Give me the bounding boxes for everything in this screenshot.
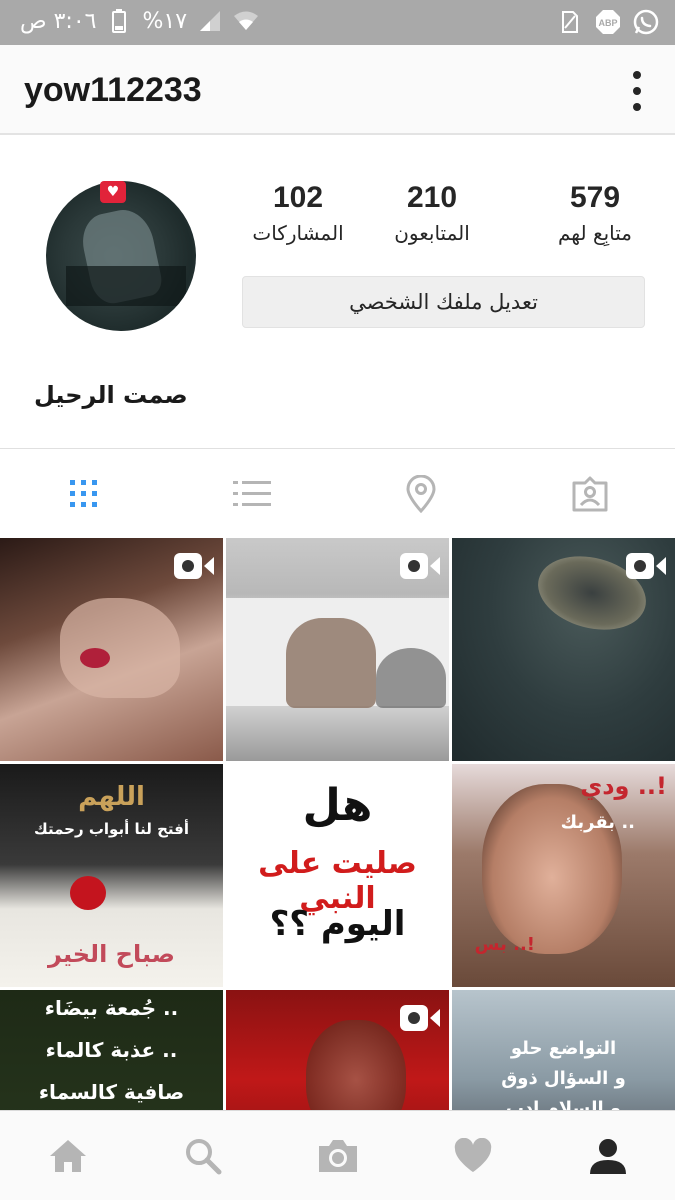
post-caption-line: هل	[302, 780, 373, 831]
full-name: صمت الرحيل	[34, 381, 188, 409]
post-caption-line: و السلام ادب	[505, 1098, 622, 1110]
list-view-icon	[233, 481, 271, 506]
post-thumbnail[interactable]: هل صليت على النبي اليوم ؟؟	[226, 764, 449, 987]
video-icon	[400, 1005, 440, 1031]
profile-section: ♥ 579 متابِع لهم 210 المتابعون 102 المشا…	[0, 137, 675, 449]
nav-home[interactable]	[0, 1111, 135, 1201]
post-caption-line: بقربك ..	[560, 812, 635, 833]
stat-posts[interactable]: 102 المشاركات	[233, 181, 363, 245]
tab-location[interactable]	[337, 450, 505, 538]
post-thumbnail[interactable]: التواضع حلو و السؤال ذوق و السلام ادب	[452, 990, 675, 1110]
camera-icon	[318, 1140, 357, 1172]
status-bar: ٣:٠٦ ص %١٧ ABP	[0, 0, 675, 45]
post-thumbnail[interactable]: ودي ..! بقربك .. بس ..!	[452, 764, 675, 987]
post-caption-line: ودي ..!	[580, 772, 667, 800]
post-thumbnail[interactable]	[226, 990, 449, 1110]
post-caption-line: اللهم	[78, 782, 145, 812]
video-icon	[400, 553, 440, 579]
heart-badge-icon: ♥	[100, 181, 126, 203]
battery-icon	[106, 8, 132, 34]
post-caption-line: أفتح لنا أبواب رحمتك	[34, 820, 189, 838]
post-caption-line: و السؤال ذوق	[501, 1068, 626, 1089]
nav-activity[interactable]	[405, 1111, 540, 1201]
cell-signal-icon	[197, 8, 223, 34]
sim-icon	[557, 9, 583, 35]
stat-followers[interactable]: 210 المتابعون	[367, 181, 497, 245]
grid-view-icon	[70, 480, 97, 507]
post-caption-line: عذبة كالماء ..	[45, 1038, 178, 1062]
status-right: ABP	[557, 9, 659, 35]
tab-grid[interactable]	[0, 450, 168, 538]
video-icon	[174, 553, 214, 579]
posts-label: المشاركات	[252, 221, 344, 245]
post-caption-line: صافية كالسماء	[38, 1080, 185, 1104]
following-label: متابِع لهم	[557, 221, 633, 245]
post-caption-line: اليوم ؟؟	[269, 904, 406, 944]
tab-tagged[interactable]	[506, 450, 674, 538]
profile-header: yow112233	[0, 45, 675, 135]
battery-percent: %١٧	[142, 8, 188, 34]
location-pin-icon	[406, 475, 436, 513]
post-caption-line: بس ..!	[474, 934, 535, 955]
video-icon	[626, 553, 666, 579]
followers-count: 210	[406, 181, 458, 214]
svg-text:ABP: ABP	[598, 18, 617, 28]
followers-label: المتابعون	[394, 221, 470, 245]
post-thumbnail[interactable]	[0, 538, 223, 761]
following-count: 579	[569, 181, 621, 214]
status-time: ٣:٠٦ ص	[20, 8, 97, 34]
post-thumbnail[interactable]: اللهم أفتح لنا أبواب رحمتك صباح الخير	[0, 764, 223, 987]
stat-following[interactable]: 579 متابِع لهم	[530, 181, 660, 245]
posts-grid: اللهم أفتح لنا أبواب رحمتك صباح الخير هل…	[0, 538, 675, 1110]
nav-profile[interactable]	[540, 1111, 675, 1201]
post-caption-line: صباح الخير	[48, 940, 175, 968]
post-caption-line: جُمعة بيضَاء ..	[44, 996, 179, 1020]
post-thumbnail[interactable]: جُمعة بيضَاء .. عذبة كالماء .. صافية كال…	[0, 990, 223, 1110]
post-thumbnail[interactable]	[452, 538, 675, 761]
post-caption-line: التواضع حلو	[510, 1038, 617, 1059]
tagged-photos-icon	[572, 476, 608, 512]
more-vertical-icon[interactable]	[629, 71, 645, 111]
tab-list[interactable]	[168, 450, 336, 538]
post-thumbnail[interactable]	[226, 538, 449, 761]
whatsapp-icon	[633, 9, 659, 35]
status-left: ٣:٠٦ ص %١٧	[20, 8, 259, 34]
username: yow112233	[24, 71, 202, 109]
bottom-navigation	[0, 1110, 675, 1200]
nav-search[interactable]	[135, 1111, 270, 1201]
heart-icon	[454, 1138, 491, 1172]
edit-profile-button[interactable]: تعديل ملفك الشخصي	[242, 276, 645, 328]
profile-tabs	[0, 450, 675, 538]
nav-camera[interactable]	[270, 1111, 405, 1201]
wifi-icon	[233, 8, 259, 34]
home-icon	[49, 1140, 86, 1172]
adblock-icon: ABP	[595, 9, 621, 35]
profile-icon	[589, 1139, 626, 1174]
search-icon	[185, 1139, 221, 1175]
posts-count: 102	[272, 181, 324, 214]
avatar[interactable]	[46, 181, 196, 331]
